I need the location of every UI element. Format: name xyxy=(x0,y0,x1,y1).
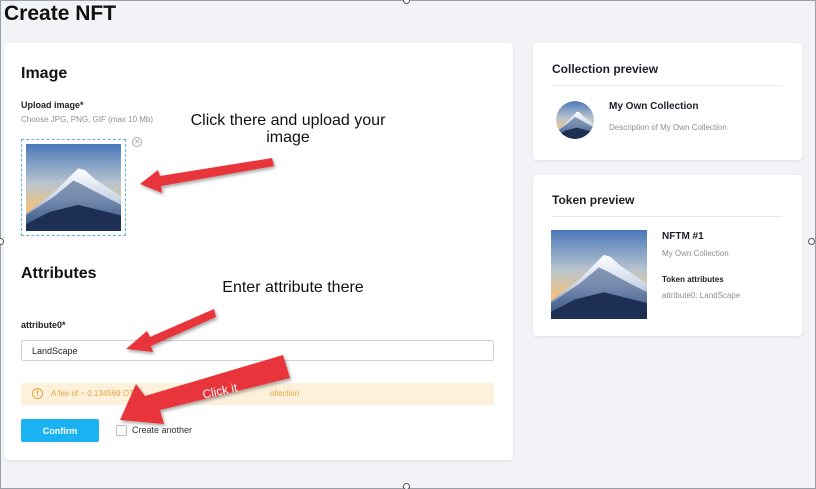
attribute-annotation: Enter attribute there xyxy=(222,279,364,296)
annotation-arrow xyxy=(126,309,216,352)
upload-annotation: Click there and upload your image xyxy=(176,112,400,146)
resize-handle xyxy=(403,483,410,489)
annotation-arrows xyxy=(120,158,290,424)
upload-annotation-line1: Click there and upload your xyxy=(190,112,386,129)
annotation-arrow xyxy=(140,158,274,193)
upload-annotation-line2: image xyxy=(266,129,310,146)
resize-handle xyxy=(808,238,815,245)
